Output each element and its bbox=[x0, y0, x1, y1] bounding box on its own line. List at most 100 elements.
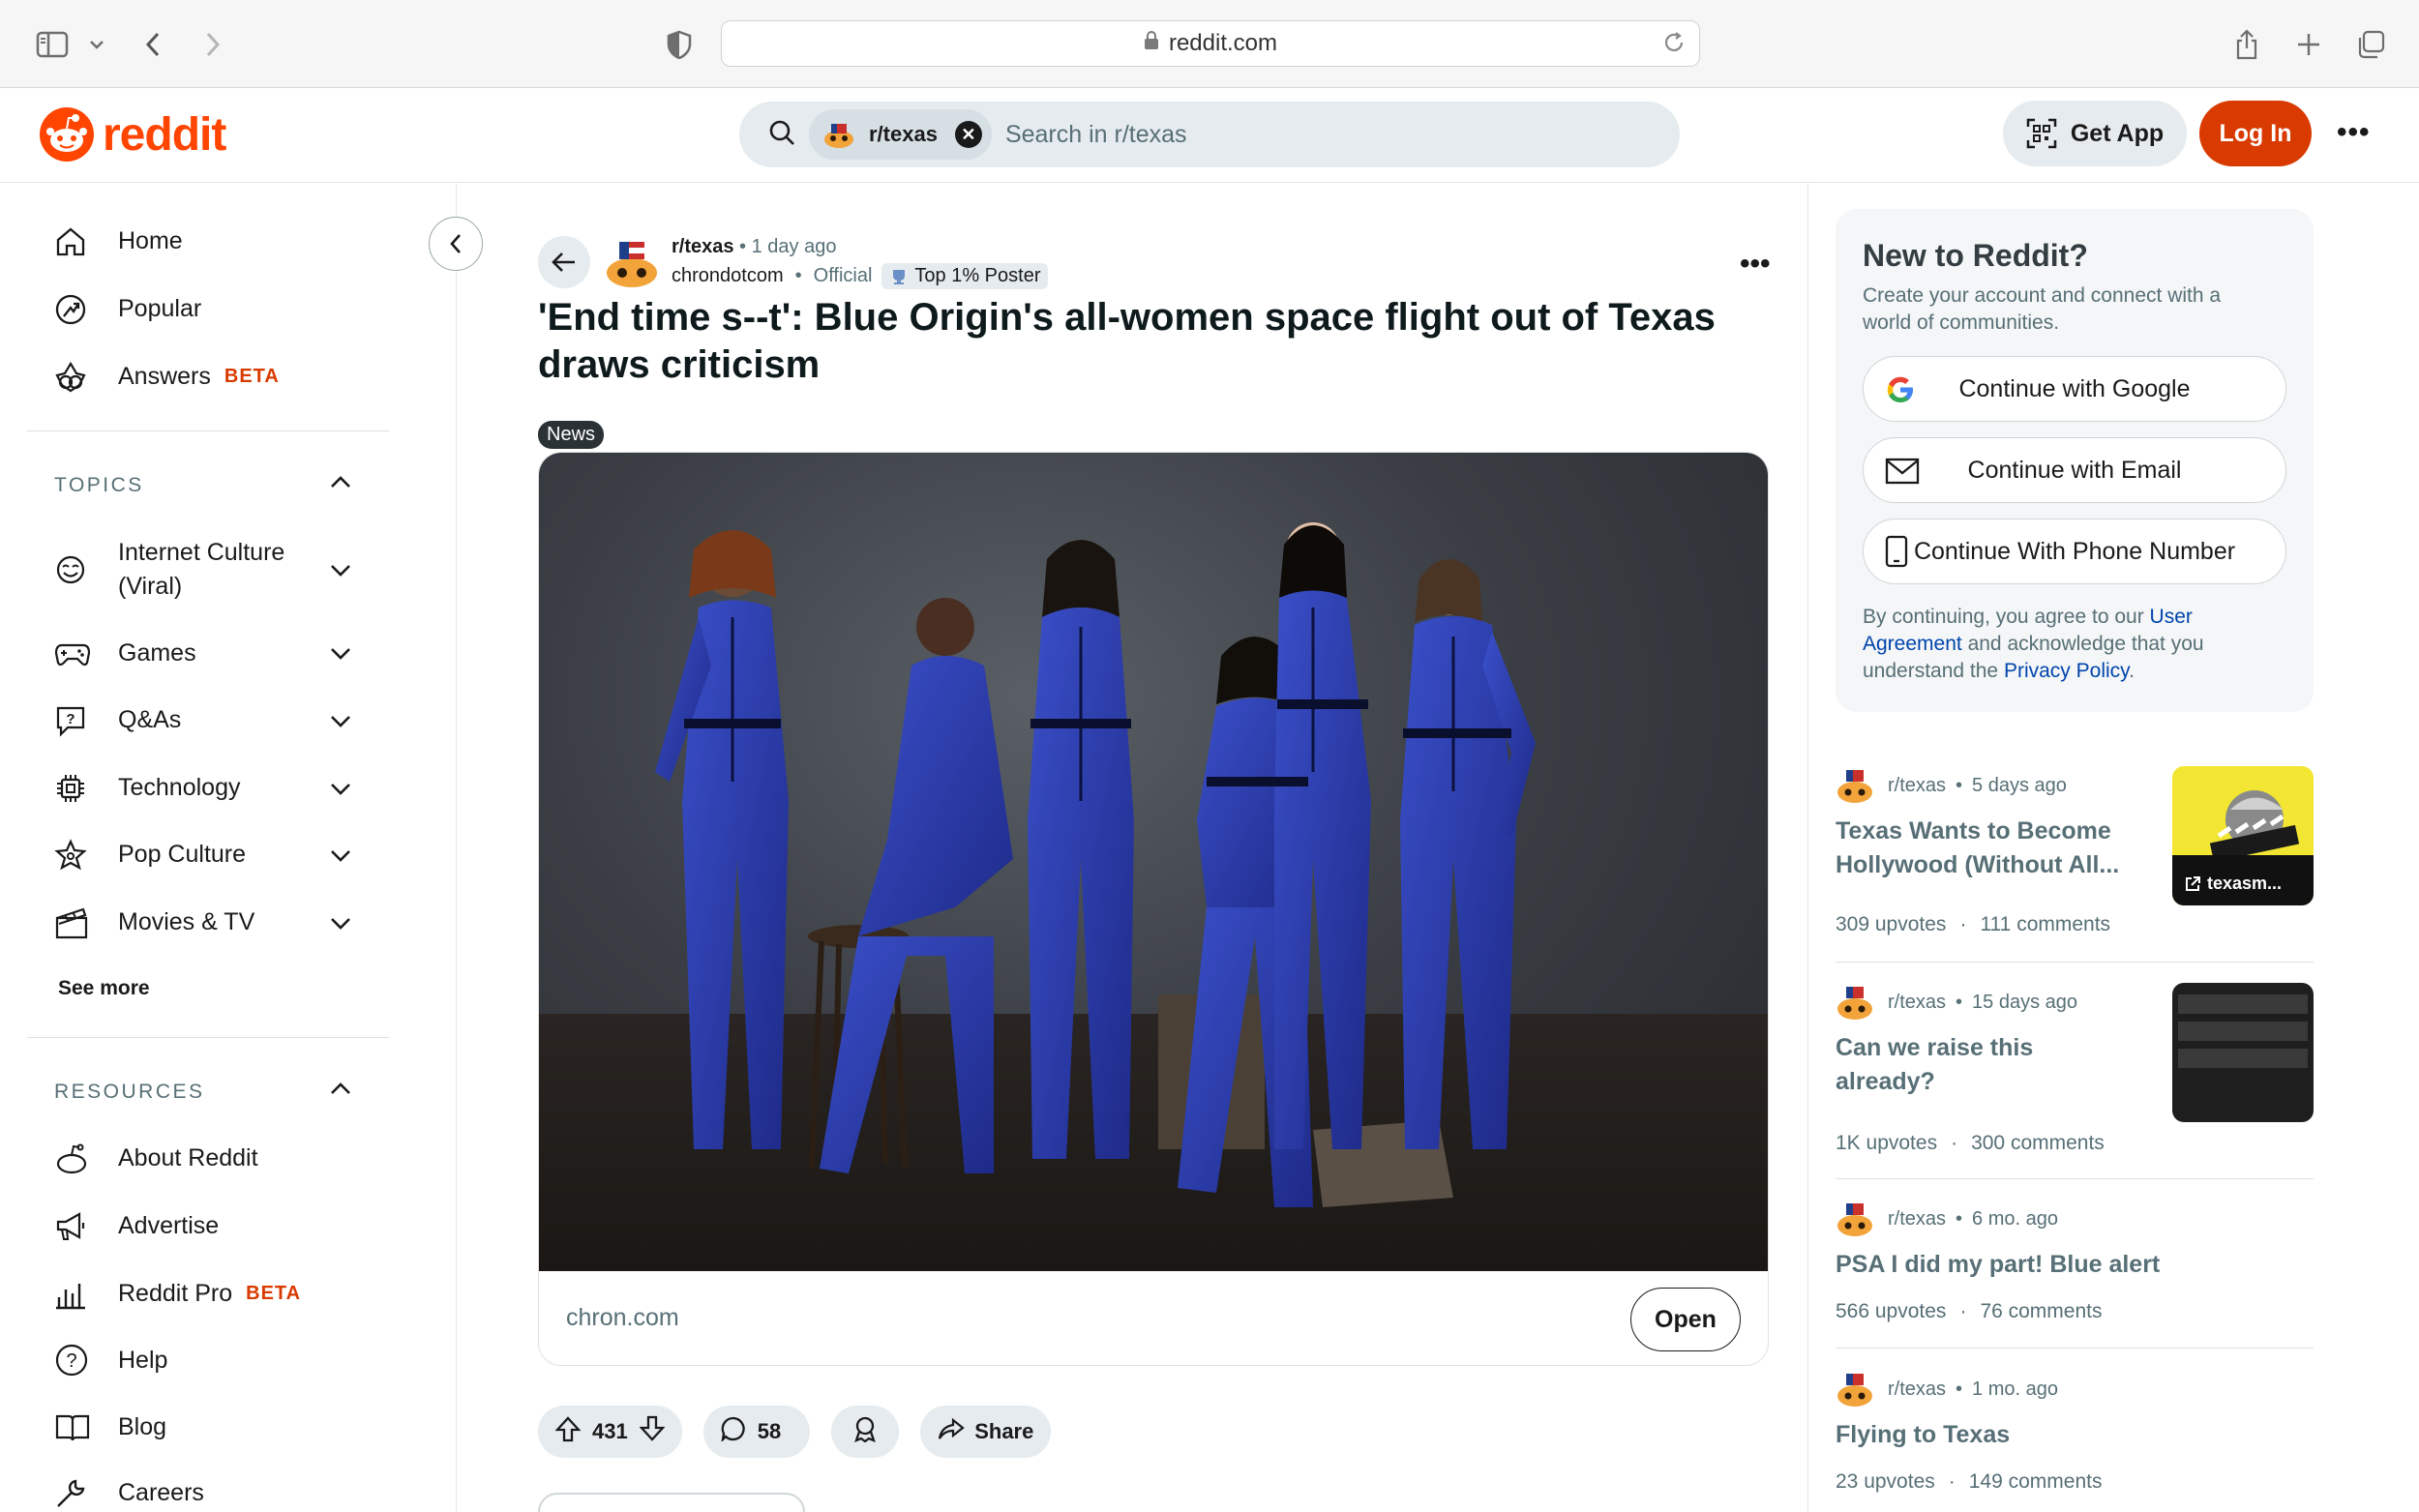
related-post[interactable]: r/texas • 6 mo. ago PSA I did my part! B… bbox=[1836, 1200, 2314, 1345]
legal-text-1: By continuing, you agree to our bbox=[1863, 606, 2150, 628]
related-post-title[interactable]: Flying to Texas bbox=[1836, 1418, 2242, 1452]
more-options-icon[interactable]: ••• bbox=[2337, 116, 2371, 149]
share-button[interactable]: Share bbox=[920, 1406, 1052, 1458]
pop-culture-icon bbox=[54, 838, 105, 872]
upvote-icon[interactable] bbox=[554, 1415, 582, 1448]
reload-icon[interactable] bbox=[1662, 31, 1686, 61]
subreddit-avatar[interactable] bbox=[604, 234, 660, 290]
chevron-down-icon[interactable] bbox=[329, 782, 352, 802]
texas-avatar-icon bbox=[1837, 1374, 1872, 1407]
sidebar-item-about-reddit[interactable]: About Reddit bbox=[54, 1141, 258, 1175]
chevron-down-icon[interactable] bbox=[329, 848, 352, 869]
flair-text: Top 1% Poster bbox=[914, 265, 1041, 286]
sidebar-item-games[interactable]: Games bbox=[54, 637, 196, 670]
reddit-logo[interactable]: reddit bbox=[39, 106, 226, 163]
related-post-subreddit[interactable]: r/texas bbox=[1888, 775, 1946, 797]
privacy-policy-link[interactable]: Privacy Policy bbox=[2004, 660, 2129, 682]
related-post-title[interactable]: PSA I did my part! Blue alert bbox=[1836, 1248, 2242, 1282]
sidebar-item-pop-culture[interactable]: Pop Culture bbox=[54, 838, 246, 872]
comment-box-edge[interactable] bbox=[538, 1493, 805, 1512]
share-icon[interactable] bbox=[2227, 25, 2266, 64]
sidebar-item-blog[interactable]: Blog bbox=[54, 1410, 166, 1444]
login-label: Log In bbox=[2219, 119, 2292, 147]
related-post-title[interactable]: Texas Wants to Become Hollywood (Without… bbox=[1836, 815, 2126, 882]
sidebar-item-qas[interactable]: ? Q&As bbox=[54, 703, 181, 737]
related-post-title[interactable]: Can we raise this already? bbox=[1836, 1031, 2126, 1099]
sidebar-item-popular[interactable]: Popular bbox=[54, 292, 201, 326]
related-post-thumbnail[interactable]: texasm... bbox=[2172, 766, 2314, 905]
chevron-down-icon[interactable] bbox=[77, 25, 116, 64]
tabs-overview-icon[interactable] bbox=[2351, 25, 2390, 64]
link-preview-card[interactable]: chron.com Open bbox=[538, 452, 1769, 1366]
sidebar-item-home[interactable]: Home bbox=[54, 224, 183, 258]
post-title: 'End time s--t': Blue Origin's all-women… bbox=[538, 296, 1716, 386]
privacy-shield-icon[interactable] bbox=[660, 25, 699, 64]
continue-email-button[interactable]: Continue with Email bbox=[1863, 437, 2286, 503]
chevron-down-icon[interactable] bbox=[329, 916, 352, 936]
careers-icon bbox=[54, 1477, 105, 1510]
search-bar[interactable]: r/texas ✕ Search in r/texas bbox=[739, 102, 1680, 167]
related-post-comments: 111 comments bbox=[1980, 913, 2111, 935]
related-post-meta: r/texas • 1 mo. ago bbox=[1836, 1370, 2058, 1408]
sidebar-item-help[interactable]: ? Help bbox=[54, 1343, 167, 1378]
related-post-subreddit[interactable]: r/texas bbox=[1888, 1208, 1946, 1230]
open-link-button[interactable]: Open bbox=[1630, 1288, 1741, 1351]
email-label: Continue with Email bbox=[1967, 456, 2182, 484]
related-post[interactable]: r/texas • 1 mo. ago Flying to Texas 23 u… bbox=[1836, 1370, 2314, 1512]
collapse-sidebar-button[interactable] bbox=[429, 217, 483, 271]
sidebar-item-internet-culture[interactable]: Internet Culture (Viral) bbox=[54, 536, 312, 604]
comments-button[interactable]: 58 bbox=[702, 1406, 811, 1458]
continue-phone-button[interactable]: Continue With Phone Number bbox=[1863, 519, 2286, 584]
related-post-subreddit[interactable]: r/texas bbox=[1888, 1379, 1946, 1401]
sidebar-item-movies-tv[interactable]: Movies & TV bbox=[54, 905, 254, 939]
google-label: Continue with Google bbox=[1958, 374, 2191, 402]
back-arrow-icon[interactable] bbox=[134, 25, 172, 64]
texas-avatar-icon bbox=[1837, 1203, 1872, 1236]
sidebar-item-label: Internet Culture (Viral) bbox=[118, 539, 285, 600]
related-post[interactable]: r/texas • 5 days ago Texas Wants to Beco… bbox=[1836, 766, 2314, 950]
award-button[interactable] bbox=[831, 1406, 900, 1458]
lock-icon bbox=[1144, 30, 1159, 57]
related-post-subreddit[interactable]: r/texas bbox=[1888, 992, 1946, 1014]
forward-arrow-icon[interactable] bbox=[194, 25, 232, 64]
chevron-down-icon[interactable] bbox=[329, 714, 352, 734]
topics-header: TOPICS bbox=[54, 474, 144, 496]
chevron-up-icon[interactable] bbox=[329, 1081, 352, 1101]
url-bar[interactable]: reddit.com bbox=[721, 20, 1700, 67]
related-post[interactable]: r/texas • 15 days ago Can we raise this … bbox=[1836, 983, 2314, 1157]
sidebar-item-technology[interactable]: Technology bbox=[54, 771, 240, 805]
search-input[interactable]: Search in r/texas bbox=[1005, 121, 1187, 149]
chevron-up-icon[interactable] bbox=[329, 474, 352, 494]
qa-icon: ? bbox=[54, 704, 105, 737]
post-image[interactable] bbox=[539, 453, 1768, 1271]
login-button[interactable]: Log In bbox=[2199, 101, 2312, 166]
author-link[interactable]: chrondotcom bbox=[672, 265, 784, 287]
comment-icon bbox=[720, 1416, 746, 1447]
post-flair-tag[interactable]: News bbox=[538, 421, 605, 449]
astronaut-group-illustration bbox=[655, 522, 1536, 1207]
sidebar-item-careers[interactable]: Careers bbox=[54, 1476, 204, 1510]
search-scope-chip[interactable]: r/texas ✕ bbox=[809, 109, 992, 160]
post-options-icon[interactable]: ••• bbox=[1740, 248, 1771, 281]
related-post-comments: 300 comments bbox=[1971, 1132, 2105, 1154]
sidebar-toggle-icon[interactable] bbox=[33, 25, 72, 64]
sidebar-item-reddit-pro[interactable]: Reddit Pro BETA bbox=[54, 1277, 301, 1311]
get-app-button[interactable]: Get App bbox=[2003, 101, 2187, 166]
share-arrow-icon bbox=[938, 1417, 965, 1446]
subreddit-link[interactable]: r/texas bbox=[672, 236, 734, 257]
downvote-icon[interactable] bbox=[639, 1415, 666, 1448]
close-icon[interactable]: ✕ bbox=[954, 121, 982, 148]
sidebar-item-label: Reddit Pro bbox=[118, 1280, 233, 1307]
phone-label: Continue With Phone Number bbox=[1913, 537, 2236, 565]
link-domain[interactable]: chron.com bbox=[566, 1304, 679, 1332]
new-tab-icon[interactable] bbox=[2289, 25, 2328, 64]
sidebar-item-advertise[interactable]: Advertise bbox=[54, 1209, 219, 1243]
back-button[interactable] bbox=[538, 236, 590, 288]
related-post-thumbnail[interactable] bbox=[2172, 983, 2314, 1122]
chevron-down-icon[interactable] bbox=[329, 563, 352, 583]
see-more-link[interactable]: See more bbox=[58, 977, 150, 1000]
resources-header: RESOURCES bbox=[54, 1081, 205, 1103]
continue-google-button[interactable]: Continue with Google bbox=[1863, 356, 2286, 422]
chevron-down-icon[interactable] bbox=[329, 646, 352, 667]
sidebar-item-answers[interactable]: Answers BETA bbox=[54, 360, 280, 394]
